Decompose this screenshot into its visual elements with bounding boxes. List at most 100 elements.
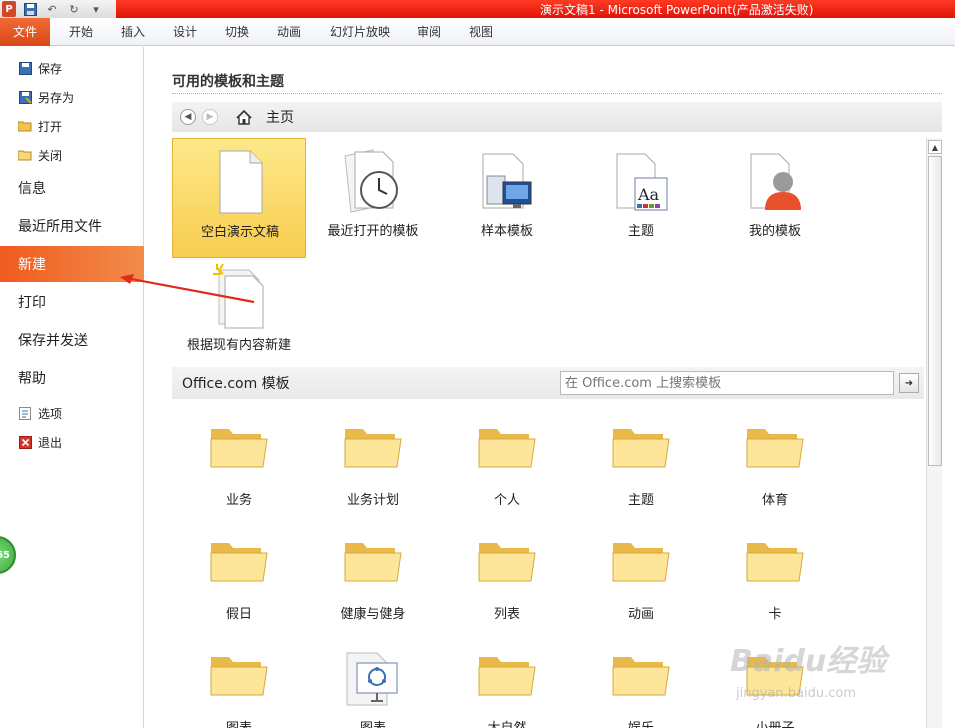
nav-info[interactable]: 信息 [0,170,144,206]
section-title: 可用的模板和主题 [172,74,284,90]
nav-new[interactable]: 新建 [0,246,152,282]
nav-print[interactable]: 打印 [0,284,144,320]
folder-label: 假日 [225,607,252,622]
nav-save[interactable]: 保存 [0,55,144,81]
recent-clock-icon [339,146,407,216]
office-search-input[interactable] [560,371,894,395]
tab-file[interactable]: 文件 [0,18,50,46]
back-arrow-icon[interactable]: ◀ [180,109,196,125]
folder-icon [209,423,269,471]
folder-label: 业务计划 [346,493,399,508]
nav-help[interactable]: 帮助 [0,360,144,396]
nav-options[interactable]: 选项 [0,400,144,426]
folder-label: 图表 [306,717,440,728]
template-sample[interactable]: 样本模板 [440,138,574,258]
tab-review[interactable]: 审阅 [406,18,452,46]
exit-icon [18,435,32,449]
folder-label: 动画 [627,607,654,622]
save-as-icon [18,90,32,104]
template-recent[interactable]: 最近打开的模板 [306,138,440,258]
tab-animations[interactable]: 动画 [266,18,312,46]
folder-label: 娱乐 [574,717,708,728]
themes-icon: Aa [607,146,675,216]
save-icon[interactable] [22,1,38,17]
nav-save-as[interactable]: 另存为 [0,84,144,110]
nav-exit-label: 退出 [38,435,63,450]
chart-presentation-icon [343,651,403,706]
office-templates-title: Office.com 模板 [182,376,290,392]
folder-item[interactable]: 假日 [172,521,306,631]
blank-document-icon [206,147,274,217]
folder-icon [611,651,671,699]
folder-icon [611,537,671,585]
undo-icon[interactable]: ↶ [44,1,60,17]
folder-item[interactable]: 主题 [574,407,708,517]
title-bar: P ↶ ↻ ▾ 演示文稿1 - Microsoft PowerPoint(产品激… [0,0,955,18]
template-my-templates[interactable]: 我的模板 [708,138,842,258]
template-themes[interactable]: Aa 主题 [574,138,708,258]
folder-item[interactable]: 健康与健身 [306,521,440,631]
forward-arrow-icon[interactable]: ▶ [202,109,218,125]
nav-recent[interactable]: 最近所用文件 [0,208,144,244]
folder-item[interactable]: 列表 [440,521,574,631]
nav-open[interactable]: 打开 [0,113,144,139]
tab-transitions[interactable]: 切换 [214,18,260,46]
tab-design[interactable]: 设计 [162,18,208,46]
folder-item[interactable]: 卡 [708,521,842,631]
nav-close[interactable]: 关闭 [0,142,144,168]
folder-icon [745,423,805,471]
content-scrollbar[interactable]: ▲ [926,138,942,728]
folder-item[interactable]: 个人 [440,407,574,517]
folder-item[interactable]: 体育 [708,407,842,517]
template-label: 空白演示文稿 [200,225,279,240]
chart-template-item[interactable]: 图表 [306,635,440,728]
title-bar-caption [116,0,955,18]
tab-view[interactable]: 视图 [458,18,504,46]
template-new-from-existing[interactable]: 根据现有内容新建 [172,252,306,372]
folder-item[interactable]: 业务计划 [306,407,440,517]
folder-label: 主题 [627,493,654,508]
template-blank-presentation[interactable]: 空白演示文稿 [172,138,306,258]
folder-item[interactable]: 图表 [172,635,306,728]
home-icon[interactable] [236,109,252,125]
customize-toolbar-icon[interactable]: ▾ [88,1,104,17]
folder-item[interactable]: 大自然 [440,635,574,728]
home-label[interactable]: 主页 [266,107,294,127]
template-label: 主题 [627,224,654,239]
sample-templates-icon [473,146,541,216]
tab-insert[interactable]: 插入 [110,18,156,46]
folder-icon [343,537,403,585]
nav-options-label: 选项 [38,406,63,421]
template-label: 我的模板 [748,224,801,239]
svg-text:Aa: Aa [637,185,660,204]
folder-label: 业务 [225,493,252,508]
nav-save-as-label: 另存为 [38,90,75,105]
scroll-thumb[interactable] [928,156,942,466]
folder-icon [209,537,269,585]
nav-save-and-send[interactable]: 保存并发送 [0,322,144,358]
folder-label: 个人 [493,493,520,508]
baidu-watermark-url: jingyan.baidu.com [736,686,856,701]
folder-label: 小册子 [708,717,842,728]
save-icon [18,61,32,75]
tab-home[interactable]: 开始 [58,18,104,46]
powerpoint-app-icon[interactable]: P [2,1,16,17]
scroll-up-icon[interactable]: ▲ [928,140,942,154]
window-title: 演示文稿1 - Microsoft PowerPoint(产品激活失败) [540,3,814,17]
section-divider [172,93,942,94]
folder-item[interactable]: 业务 [172,407,306,517]
nav-exit[interactable]: 退出 [0,429,144,455]
template-label: 样本模板 [480,224,533,239]
redo-icon[interactable]: ↻ [66,1,82,17]
folder-item[interactable]: 娱乐 [574,635,708,728]
folder-label: 列表 [493,607,520,622]
tab-slideshow[interactable]: 幻灯片放映 [322,18,398,46]
options-icon [18,406,32,420]
folder-label: 健康与健身 [340,607,406,622]
folder-item[interactable]: 动画 [574,521,708,631]
folder-label: 图表 [172,717,306,728]
search-go-arrow-icon[interactable]: ➜ [899,373,919,393]
folder-icon [209,651,269,699]
template-label: 最近打开的模板 [327,224,419,239]
folder-icon [343,423,403,471]
